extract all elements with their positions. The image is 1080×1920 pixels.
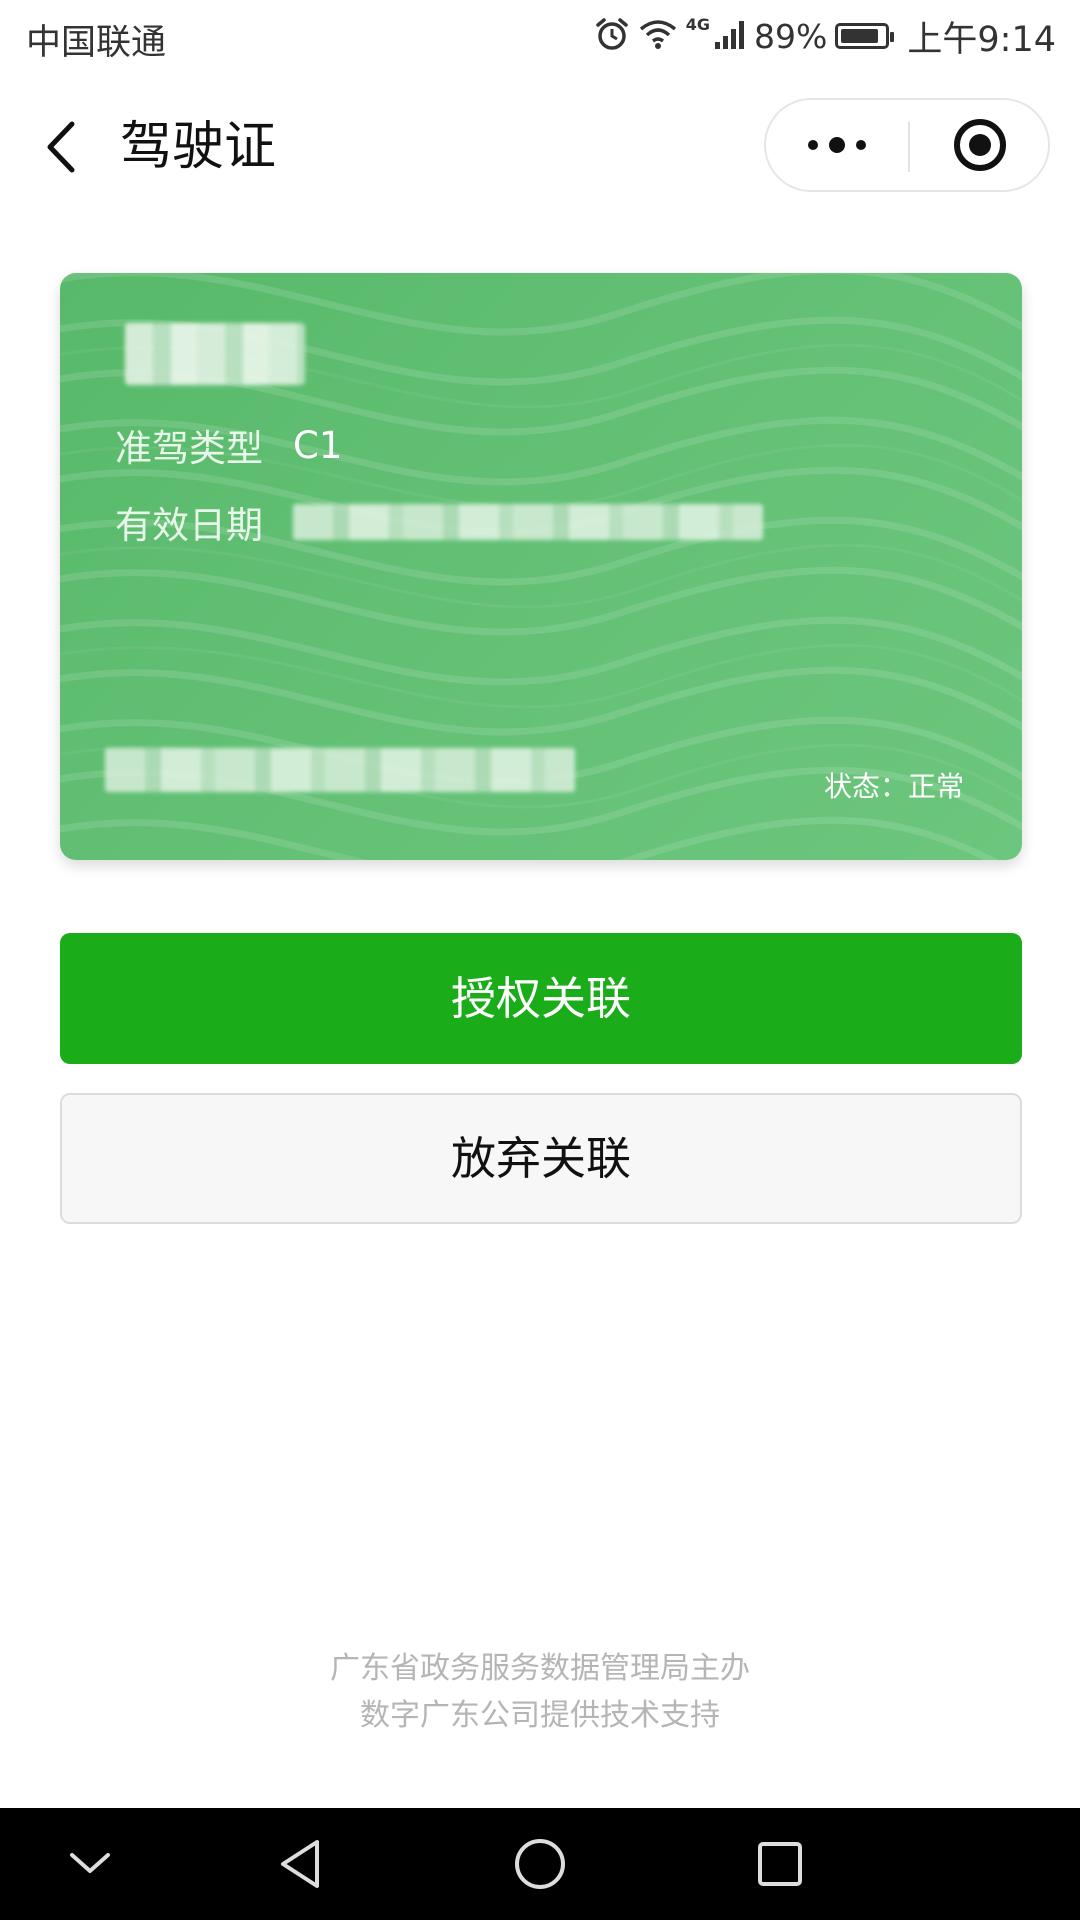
collapse-icon: [70, 1853, 110, 1873]
status-icons: 4G 89% 上午9:14: [594, 12, 1056, 60]
valid-date-label: 有效日期: [115, 504, 263, 547]
collapse-button[interactable]: [40, 1808, 140, 1920]
footer-line-support: 数字广东公司提供技术支持: [360, 1698, 720, 1733]
recents-button[interactable]: [730, 1808, 830, 1920]
footer: 广东省政务服务数据管理局主办 数字广东公司提供技术支持: [0, 1645, 1080, 1739]
license-card[interactable]: 准驾类型 C1 有效日期 状态：正常: [60, 273, 1022, 860]
footer-line-organizer: 广东省政务服务数据管理局主办: [330, 1651, 750, 1686]
system-nav-bar: [0, 1808, 1080, 1920]
battery-percent: 89%: [754, 16, 828, 56]
authorize-link-button[interactable]: 授权关联: [60, 933, 1022, 1064]
back-icon: [47, 121, 75, 173]
clock: 上午9:14: [907, 19, 1056, 60]
close-button[interactable]: [910, 100, 1050, 190]
status-bar: 中国联通 4G 89% 上午9:14: [0, 0, 1080, 76]
wifi-icon: [638, 17, 678, 55]
back-triangle-icon: [281, 1840, 319, 1888]
home-circle-icon: [515, 1839, 565, 1889]
license-class-label: 准驾类型: [115, 427, 263, 470]
nav-bar: 驾驶证: [0, 90, 1080, 200]
license-class-row: 准驾类型 C1: [115, 418, 342, 472]
more-icon: [808, 137, 866, 153]
more-button[interactable]: [766, 100, 908, 190]
valid-date-redacted: [293, 504, 763, 540]
close-icon: [954, 119, 1006, 171]
signal-icon: [714, 18, 746, 54]
capsule-menu: [764, 98, 1050, 192]
back-button[interactable]: [30, 112, 100, 182]
network-type: 4G: [685, 14, 711, 34]
carrier-name: 中国联通: [26, 23, 167, 63]
recents-square-icon: [758, 1842, 802, 1886]
holder-name-redacted: [125, 323, 305, 385]
home-button[interactable]: [490, 1808, 590, 1920]
battery-icon: [835, 23, 895, 49]
valid-date-row: 有效日期: [115, 495, 763, 549]
license-number-redacted: [105, 748, 575, 792]
page-title: 驾驶证: [120, 117, 277, 177]
system-back-button[interactable]: [250, 1808, 350, 1920]
status-text: 状态：正常: [823, 770, 964, 803]
alarm-icon: [594, 16, 630, 56]
license-class-value: C1: [293, 423, 343, 467]
cancel-link-button[interactable]: 放弃关联: [60, 1093, 1022, 1224]
